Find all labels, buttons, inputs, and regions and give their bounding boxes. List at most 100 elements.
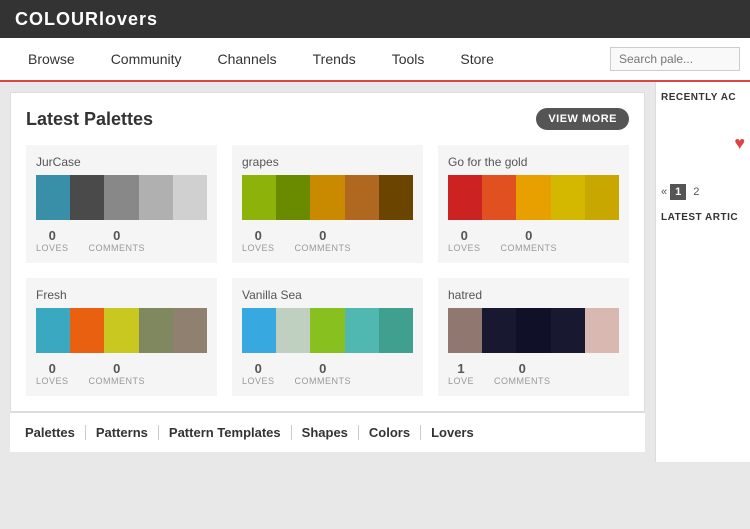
palette-item: Vanilla Sea0LOVES0COMMENTS (232, 278, 423, 396)
color-swatch (585, 308, 619, 353)
color-swatch (104, 175, 138, 220)
comment-label: COMMENTS (295, 376, 352, 386)
love-count: 0 (255, 228, 262, 243)
left-content: Latest Palettes VIEW MORE JurCase0LOVES0… (0, 82, 655, 462)
color-swatch (310, 308, 344, 353)
comment-stat: 0COMMENTS (501, 228, 558, 253)
palette-name: Go for the gold (448, 155, 619, 169)
love-count: 0 (49, 361, 56, 376)
footer-link-lovers[interactable]: Lovers (421, 425, 484, 440)
heart-icon: ♥ (661, 133, 745, 154)
color-swatch (516, 175, 550, 220)
color-swatch (379, 175, 413, 220)
next-page[interactable]: 2 (689, 184, 703, 200)
color-strip (242, 175, 413, 220)
section-header: Latest Palettes VIEW MORE (26, 108, 629, 130)
footer-link-shapes[interactable]: Shapes (292, 425, 359, 440)
color-swatch (448, 175, 482, 220)
comment-count: 0 (319, 228, 326, 243)
recently-active-title: RECENTLY AC (661, 92, 745, 103)
search-input[interactable] (610, 47, 740, 71)
pagination: « 1 2 (661, 184, 745, 200)
color-swatch (242, 175, 276, 220)
palette-stats: 0LOVES0 COMMENTS (242, 361, 413, 386)
nav-trends[interactable]: Trends (295, 39, 374, 79)
love-stat: 0LOVES (242, 228, 275, 253)
comment-label: COMMENTS (89, 376, 146, 386)
palette-item: grapes0LOVES0COMMENTS (232, 145, 423, 263)
comment-stat: 0COMMENTS (89, 361, 146, 386)
header: COLOURlovers (0, 0, 750, 38)
footer-link-palettes[interactable]: Palettes (25, 425, 86, 440)
palette-item: JurCase0LOVES0COMMENTS (26, 145, 217, 263)
palette-name: JurCase (36, 155, 207, 169)
footer-links: PalettesPatternsPattern TemplatesShapesC… (10, 412, 645, 452)
comment-label: COMMENTS (501, 243, 558, 253)
color-swatch (276, 175, 310, 220)
palette-item: Fresh0LOVES0COMMENTS (26, 278, 217, 396)
color-swatch (70, 308, 104, 353)
color-strip (36, 308, 207, 353)
prev-page[interactable]: « (661, 186, 667, 198)
love-label: LOVES (448, 243, 481, 253)
palettes-section: Latest Palettes VIEW MORE JurCase0LOVES0… (10, 92, 645, 412)
color-swatch (139, 308, 173, 353)
love-count: 1 (457, 361, 464, 376)
right-sidebar: RECENTLY AC ♥ « 1 2 LATEST ARTIC (655, 82, 750, 462)
color-strip (448, 175, 619, 220)
view-more-button[interactable]: VIEW MORE (536, 108, 629, 130)
palette-item: hatred 1LOVE 0COMMENTS (438, 278, 629, 396)
nav-store[interactable]: Store (442, 39, 511, 79)
nav-bar: Browse Community Channels Trends Tools S… (0, 38, 750, 82)
color-swatch (70, 175, 104, 220)
palette-grid: JurCase0LOVES0COMMENTSgrapes0LOVES0COMME… (26, 145, 629, 396)
comment-label: COMMENTS (494, 376, 551, 386)
nav-channels[interactable]: Channels (199, 39, 294, 79)
current-page[interactable]: 1 (670, 184, 686, 200)
love-label: LOVES (242, 243, 275, 253)
footer-link-patterns[interactable]: Patterns (86, 425, 159, 440)
comment-stat: 0COMMENTS (494, 361, 551, 386)
main-container: Latest Palettes VIEW MORE JurCase0LOVES0… (0, 82, 750, 462)
color-swatch (482, 308, 516, 353)
love-stat: 1LOVE (448, 361, 474, 386)
comment-stat: 0COMMENTS (295, 228, 352, 253)
love-label: LOVES (36, 243, 69, 253)
nav-community[interactable]: Community (93, 39, 200, 79)
comment-count: 0 (519, 361, 526, 376)
color-swatch (551, 308, 585, 353)
nav-browse[interactable]: Browse (10, 39, 93, 79)
footer-link-pattern-templates[interactable]: Pattern Templates (159, 425, 292, 440)
palette-name: grapes (242, 155, 413, 169)
palette-name: hatred (448, 288, 619, 302)
color-swatch (36, 308, 70, 353)
color-swatch (173, 175, 207, 220)
love-stat: 0LOVES (448, 228, 481, 253)
palette-stats: 1LOVE 0COMMENTS (448, 361, 619, 386)
palette-stats: 0LOVES0COMMENTS (242, 228, 413, 253)
color-swatch (585, 175, 619, 220)
color-strip (36, 175, 207, 220)
comment-count: 0 (113, 228, 120, 243)
palette-stats: 0LOVES0COMMENTS (448, 228, 619, 253)
color-swatch (36, 175, 70, 220)
color-swatch (345, 308, 379, 353)
color-strip (242, 308, 413, 353)
nav-tools[interactable]: Tools (374, 39, 443, 79)
section-title: Latest Palettes (26, 109, 153, 130)
color-swatch (345, 175, 379, 220)
footer-link-colors[interactable]: Colors (359, 425, 421, 440)
color-swatch (104, 308, 138, 353)
color-swatch (448, 308, 482, 353)
color-swatch (516, 308, 550, 353)
color-strip (448, 308, 619, 353)
love-stat: 0LOVES (242, 361, 275, 386)
love-count: 0 (49, 228, 56, 243)
love-count: 0 (255, 361, 262, 376)
love-label: LOVES (242, 376, 275, 386)
color-swatch (173, 308, 207, 353)
comment-stat: 0COMMENTS (89, 228, 146, 253)
palette-item: Go for the gold0LOVES0COMMENTS (438, 145, 629, 263)
love-count: 0 (461, 228, 468, 243)
color-swatch (482, 175, 516, 220)
